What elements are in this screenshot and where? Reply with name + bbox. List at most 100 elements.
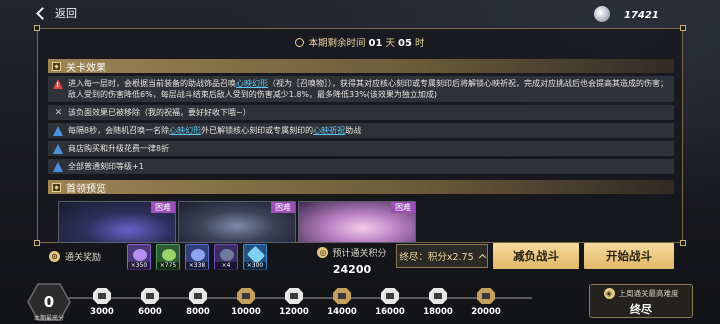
milestone-node[interactable]: 14000: [322, 272, 362, 317]
current-score-value: 0: [43, 293, 55, 311]
chest-icon: [237, 288, 255, 304]
milestone-value: 20000: [471, 307, 501, 317]
reward-item-icon: [162, 249, 176, 261]
chest-icon: [93, 288, 111, 304]
reward-item-icon: [191, 249, 205, 261]
difficulty-tag: 困难: [151, 202, 175, 213]
chest-icon: [333, 288, 351, 304]
timer-days-unit: 天: [385, 38, 395, 49]
effect-item: ✕ 该负面效果已被移除（我的祝福，要好好收下哦~）: [48, 105, 674, 120]
chest-icon: [381, 288, 399, 304]
reward-count: ×350: [128, 262, 150, 270]
reward-count: ×4: [215, 262, 237, 270]
effect-item: 每隔8秒，会随机召唤一名除心映幻形外已解锁核心刻印或专属刻印的心映祈祝助战: [48, 123, 674, 138]
milestone-node[interactable]: 10000: [226, 272, 266, 317]
reward-icon: ⊙: [49, 251, 60, 262]
corner-ornament: [680, 25, 686, 31]
milestone-value: 12000: [279, 307, 309, 317]
effect-text: 商店购买和升级花费一律8折: [68, 144, 170, 153]
corner-ornament: [680, 240, 686, 246]
difficulty-tag: 困难: [271, 202, 295, 213]
info-icon: [53, 162, 64, 172]
effect-text: 进入每一层时，会根据当前装备的助战饰品召唤: [68, 79, 236, 88]
current-score-label: 本期最高分: [33, 315, 64, 322]
score-label-text: 预计通关积分: [332, 249, 387, 259]
milestone-node[interactable]: 3000: [82, 272, 122, 317]
milestone-node[interactable]: 16000: [370, 272, 410, 317]
reward-item[interactable]: ×775: [156, 244, 180, 270]
rewards-label: ⊙ 通关奖励: [49, 250, 101, 263]
pin-icon: ✕: [54, 108, 63, 118]
milestone-node[interactable]: 6000: [130, 272, 170, 317]
milestone-value: 6000: [138, 307, 162, 317]
summon-link[interactable]: 心映幻形: [169, 126, 201, 135]
chest-icon: [477, 288, 495, 304]
milestone-value: 10000: [231, 307, 261, 317]
corner-ornament: [34, 25, 40, 31]
boss-list: 困难 困难 困难: [48, 201, 674, 243]
currency-value: 17421: [624, 10, 659, 21]
best-label-text: 上周通关最高难度: [618, 289, 679, 298]
reward-item[interactable]: ×338: [185, 244, 209, 270]
difficulty-select-button[interactable]: 终尽：积分x2.75: [396, 244, 488, 268]
boss-card[interactable]: 困难: [58, 201, 176, 243]
reward-item[interactable]: ×300: [243, 244, 267, 270]
corner-ornament: [34, 240, 40, 246]
stage-panel: 本期剩余时间 01 天 05 时 关卡效果 进入每一层时，会根据当前装备的助战饰…: [34, 25, 686, 246]
difficulty-tag: 困难: [391, 202, 415, 213]
milestone-value: 14000: [327, 307, 357, 317]
rewards-label-text: 通关奖励: [65, 253, 102, 263]
back-arrow-icon: [36, 6, 49, 20]
milestone-node[interactable]: 12000: [274, 272, 314, 317]
stage-effects-title: 关卡效果: [66, 62, 106, 74]
currency-icon: [594, 6, 610, 22]
last-week-best: ◈ 上周通关最高难度 终尽: [589, 284, 693, 318]
effect-text: 助战: [345, 126, 362, 135]
milestone-value: 8000: [186, 307, 210, 317]
warning-icon: [53, 79, 64, 91]
season-timer: 本期剩余时间 01 天 05 时: [38, 35, 682, 49]
top-bar: 返回 17421: [0, 0, 720, 28]
back-button[interactable]: 返回: [36, 5, 77, 21]
info-icon: [53, 144, 64, 154]
boss-preview-title: 首领预览: [66, 183, 106, 195]
reward-count: ×775: [157, 262, 179, 270]
timer-hours-unit: 时: [414, 38, 425, 49]
difficulty-label: 终尽：积分x2.75: [399, 252, 474, 263]
clock-icon: [295, 38, 305, 47]
milestone-node[interactable]: 8000: [178, 272, 218, 317]
chest-icon: [141, 288, 159, 304]
info-icon: [53, 126, 64, 136]
boss-card[interactable]: 困难: [178, 201, 296, 243]
blessing-link[interactable]: 心映祈祝: [313, 126, 345, 135]
summon-link[interactable]: 心映幻形: [236, 79, 268, 88]
best-value: 终尽: [630, 303, 652, 316]
effect-text: 该负面效果已被移除（我的祝福，要好好收下哦~）: [68, 108, 251, 117]
milestone-value: 3000: [90, 307, 114, 317]
chest-icon: [429, 288, 447, 304]
effect-item: 全部普通刻印等级+1: [48, 159, 674, 174]
start-battle-label: 开始战斗: [606, 249, 652, 263]
reward-count: ×300: [244, 262, 266, 270]
effect-text: 全部普通刻印等级+1: [68, 162, 144, 171]
best-label: ◈ 上周通关最高难度: [590, 288, 692, 299]
score-label: ◎ 预计通关积分: [312, 246, 392, 259]
timer-hours: 05: [398, 38, 412, 49]
reward-item-icon: [133, 249, 147, 261]
timer-prefix: 本期剩余时间: [308, 38, 366, 49]
reward-item-icon: [220, 249, 234, 261]
reward-item[interactable]: ×350: [127, 244, 151, 270]
reduce-battle-button[interactable]: 减负战斗: [493, 243, 579, 269]
effect-text: 每隔8秒，会随机召唤一名除: [68, 126, 170, 135]
effect-item: 进入每一层时，会根据当前装备的助战饰品召唤心映幻形（视为［召唤物］），获得其对应…: [48, 76, 674, 102]
section-diamond-icon: [52, 182, 61, 192]
reduce-battle-label: 减负战斗: [513, 249, 559, 263]
stage-effects-header: 关卡效果: [48, 59, 674, 74]
score-icon: ◎: [317, 247, 329, 258]
boss-card[interactable]: 困难: [298, 201, 416, 243]
milestone-node[interactable]: 20000: [466, 272, 506, 317]
milestone-node[interactable]: 18000: [418, 272, 458, 317]
reward-item[interactable]: ×4: [214, 244, 238, 270]
start-battle-button[interactable]: 开始战斗: [584, 243, 674, 269]
reward-items: ×350 ×775 ×338 ×4 ×300: [127, 244, 267, 270]
